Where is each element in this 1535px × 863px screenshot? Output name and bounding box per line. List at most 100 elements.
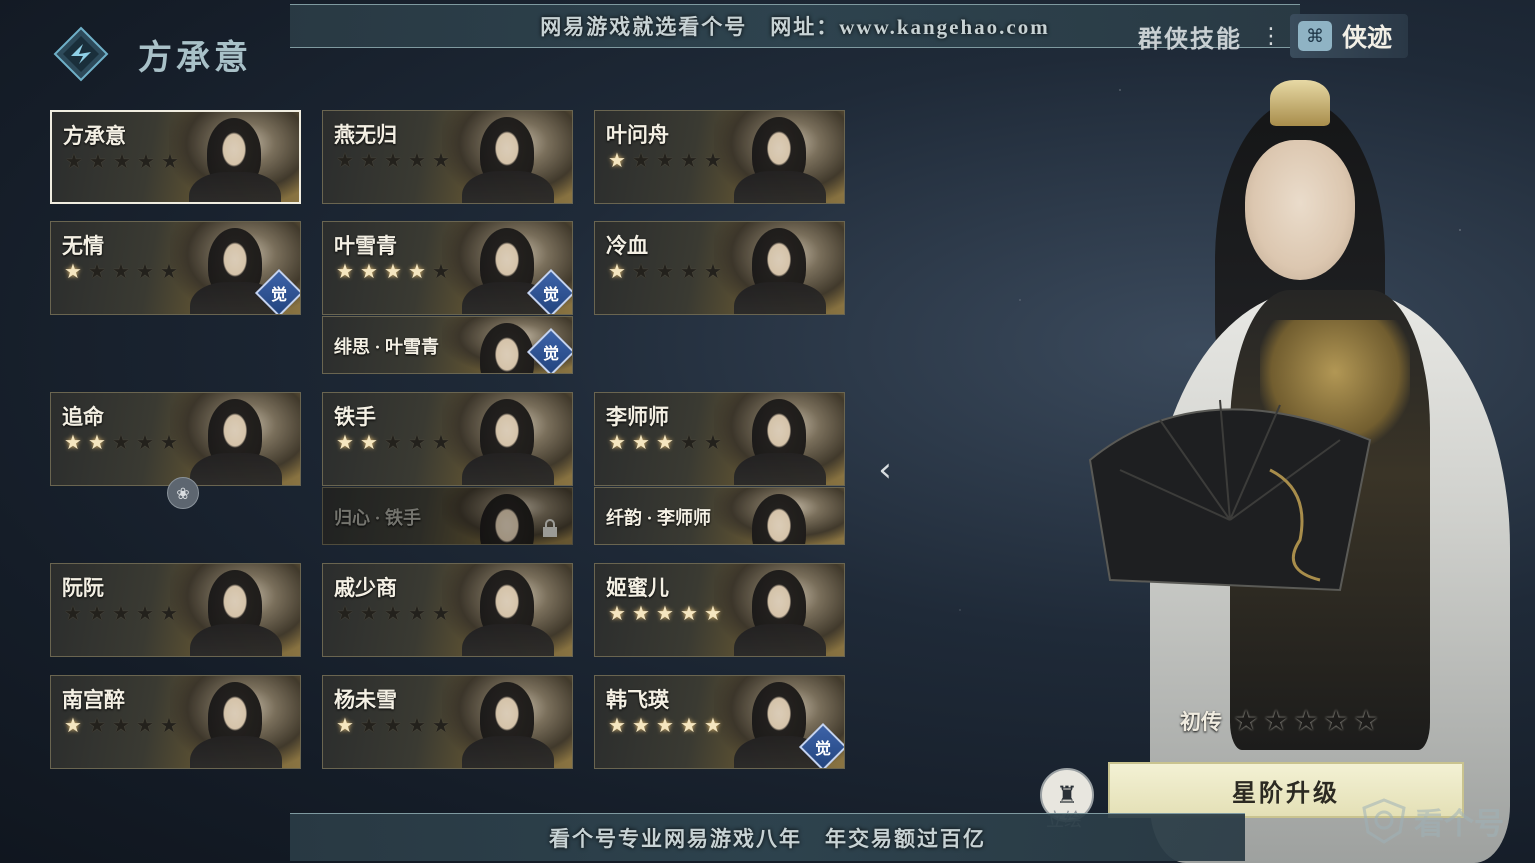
group-skills-button[interactable]: 群侠技能	[1138, 19, 1242, 54]
hero-skin-card[interactable]: 绯思 · 叶雪青觉	[322, 316, 573, 374]
star-icon: ★	[408, 148, 426, 172]
hero-card[interactable]: 铁手 ★ ★ ★ ★ ★	[322, 392, 573, 486]
bottom-banner: 看个号专业网易游戏八年 年交易额过百亿	[290, 813, 1245, 861]
hero-name: 绯思 · 叶雪青	[334, 337, 440, 357]
star-icon: ★	[88, 713, 106, 737]
hero-name: 叶问舟	[606, 123, 669, 147]
star-icon: ★	[160, 601, 178, 625]
star-icon: ★	[680, 601, 698, 625]
star-icon: ★	[408, 430, 426, 454]
hero-star-rating: ★ ★ ★ ★ ★	[62, 260, 180, 282]
star-icon: ★	[704, 430, 722, 454]
hero-card[interactable]: 韩飞瑛 ★ ★ ★ ★ ★ 觉	[594, 675, 845, 769]
hero-star-rating: ★ ★ ★ ★ ★	[606, 431, 724, 453]
hero-star-rating: ★ ★ ★ ★ ★	[606, 260, 724, 282]
star-icon: ★	[336, 148, 354, 172]
traces-button[interactable]: ⌘ 侠迹	[1290, 14, 1409, 58]
hero-card[interactable]: 阮阮 ★ ★ ★ ★ ★	[50, 563, 301, 657]
star-icon: ★	[632, 430, 650, 454]
hero-card[interactable]: 方承意 ★ ★ ★ ★ ★	[50, 110, 301, 204]
star-icon: ★	[64, 430, 82, 454]
rank-star-icon: ★	[1323, 704, 1349, 737]
star-icon: ★	[112, 601, 130, 625]
hero-portrait-thumb	[714, 393, 844, 485]
rank-star-icon: ★	[1293, 704, 1319, 737]
hero-card[interactable]: 杨未雪 ★ ★ ★ ★ ★	[322, 675, 573, 769]
star-icon: ★	[432, 148, 450, 172]
hero-card[interactable]: 追命 ★ ★ ★ ★ ★	[50, 392, 301, 486]
star-icon: ★	[608, 601, 626, 625]
hero-name: 阮阮	[62, 576, 104, 600]
hero-portrait-thumb	[170, 393, 300, 485]
lock-icon	[543, 519, 557, 537]
star-icon: ★	[680, 430, 698, 454]
hero-portrait-thumb	[442, 564, 572, 656]
star-icon: ★	[160, 259, 178, 283]
rank-star-icon: ★	[1263, 704, 1289, 737]
hero-name: 燕无归	[334, 123, 397, 147]
star-icon: ★	[336, 430, 354, 454]
star-icon: ★	[656, 259, 674, 283]
star-icon: ★	[704, 259, 722, 283]
star-icon: ★	[136, 259, 154, 283]
star-icon: ★	[608, 430, 626, 454]
hero-name: 铁手	[334, 405, 376, 429]
hero-portrait-thumb	[442, 393, 572, 485]
watermark-shield-icon	[1362, 798, 1406, 844]
hero-card[interactable]: 冷血 ★ ★ ★ ★ ★	[594, 221, 845, 315]
fan-icon	[1088, 399, 1372, 592]
rank-stars: ★ ★ ★ ★ ★	[1232, 707, 1380, 735]
hero-name: 韩飞瑛	[606, 688, 669, 712]
star-icon: ★	[336, 259, 354, 283]
hero-card[interactable]: 李师师 ★ ★ ★ ★ ★	[594, 392, 845, 486]
hero-name: 李师师	[606, 405, 669, 429]
star-icon: ★	[608, 713, 626, 737]
collapse-arrow-icon[interactable]: ‹	[870, 450, 900, 490]
hero-card[interactable]: 无情 ★ ★ ★ ★ ★ 觉	[50, 221, 301, 315]
hero-star-rating: ★ ★ ★ ★ ★	[334, 602, 452, 624]
rank-star-icon: ★	[1353, 704, 1379, 737]
star-icon: ★	[64, 601, 82, 625]
rank-star-icon: ★	[1233, 704, 1259, 737]
hero-star-rating: ★ ★ ★ ★ ★	[62, 602, 180, 624]
companion-icon[interactable]: ❀	[167, 477, 199, 509]
hero-name: 叶雪青	[334, 234, 397, 258]
hero-portrait-thumb	[714, 222, 844, 314]
watermark: 看个号	[1362, 798, 1504, 844]
hero-portrait-thumb	[442, 676, 572, 768]
star-icon: ★	[632, 259, 650, 283]
traces-label: 侠迹	[1342, 25, 1393, 52]
hero-card[interactable]: 姬蜜儿 ★ ★ ★ ★ ★	[594, 563, 845, 657]
hero-skin-card[interactable]: 纤韵 · 李师师	[594, 487, 845, 545]
hero-portrait-thumb	[442, 111, 572, 203]
hero-card[interactable]: 叶问舟 ★ ★ ★ ★ ★	[594, 110, 845, 204]
star-icon: ★	[160, 713, 178, 737]
star-icon: ★	[408, 259, 426, 283]
star-icon: ★	[432, 259, 450, 283]
hero-name: 归心 · 铁手	[334, 508, 422, 528]
more-options-icon[interactable]: ⋮	[1260, 24, 1282, 49]
hero-portrait-thumb	[714, 564, 844, 656]
hero-card[interactable]: 叶雪青 ★ ★ ★ ★ ★ 觉	[322, 221, 573, 315]
star-icon: ★	[408, 601, 426, 625]
star-icon: ★	[360, 601, 378, 625]
hero-name: 纤韵 · 李师师	[606, 508, 712, 528]
star-icon: ★	[704, 148, 722, 172]
star-icon: ★	[360, 259, 378, 283]
hero-skin-card[interactable]: 归心 · 铁手	[322, 487, 573, 545]
hero-name: 冷血	[606, 234, 648, 258]
star-icon: ★	[360, 148, 378, 172]
star-icon: ★	[160, 430, 178, 454]
hero-portrait-thumb	[714, 488, 844, 544]
star-icon: ★	[656, 148, 674, 172]
star-icon: ★	[161, 149, 179, 173]
hero-card[interactable]: 燕无归 ★ ★ ★ ★ ★	[322, 110, 573, 204]
hero-star-rating: ★ ★ ★ ★ ★	[62, 714, 180, 736]
hero-card[interactable]: 戚少商 ★ ★ ★ ★ ★	[322, 563, 573, 657]
hero-star-rating: ★ ★ ★ ★ ★	[63, 150, 181, 172]
star-icon: ★	[384, 148, 402, 172]
star-icon: ★	[680, 713, 698, 737]
star-icon: ★	[88, 430, 106, 454]
hero-card[interactable]: 南宫醉 ★ ★ ★ ★ ★	[50, 675, 301, 769]
hero-name: 追命	[62, 405, 104, 429]
